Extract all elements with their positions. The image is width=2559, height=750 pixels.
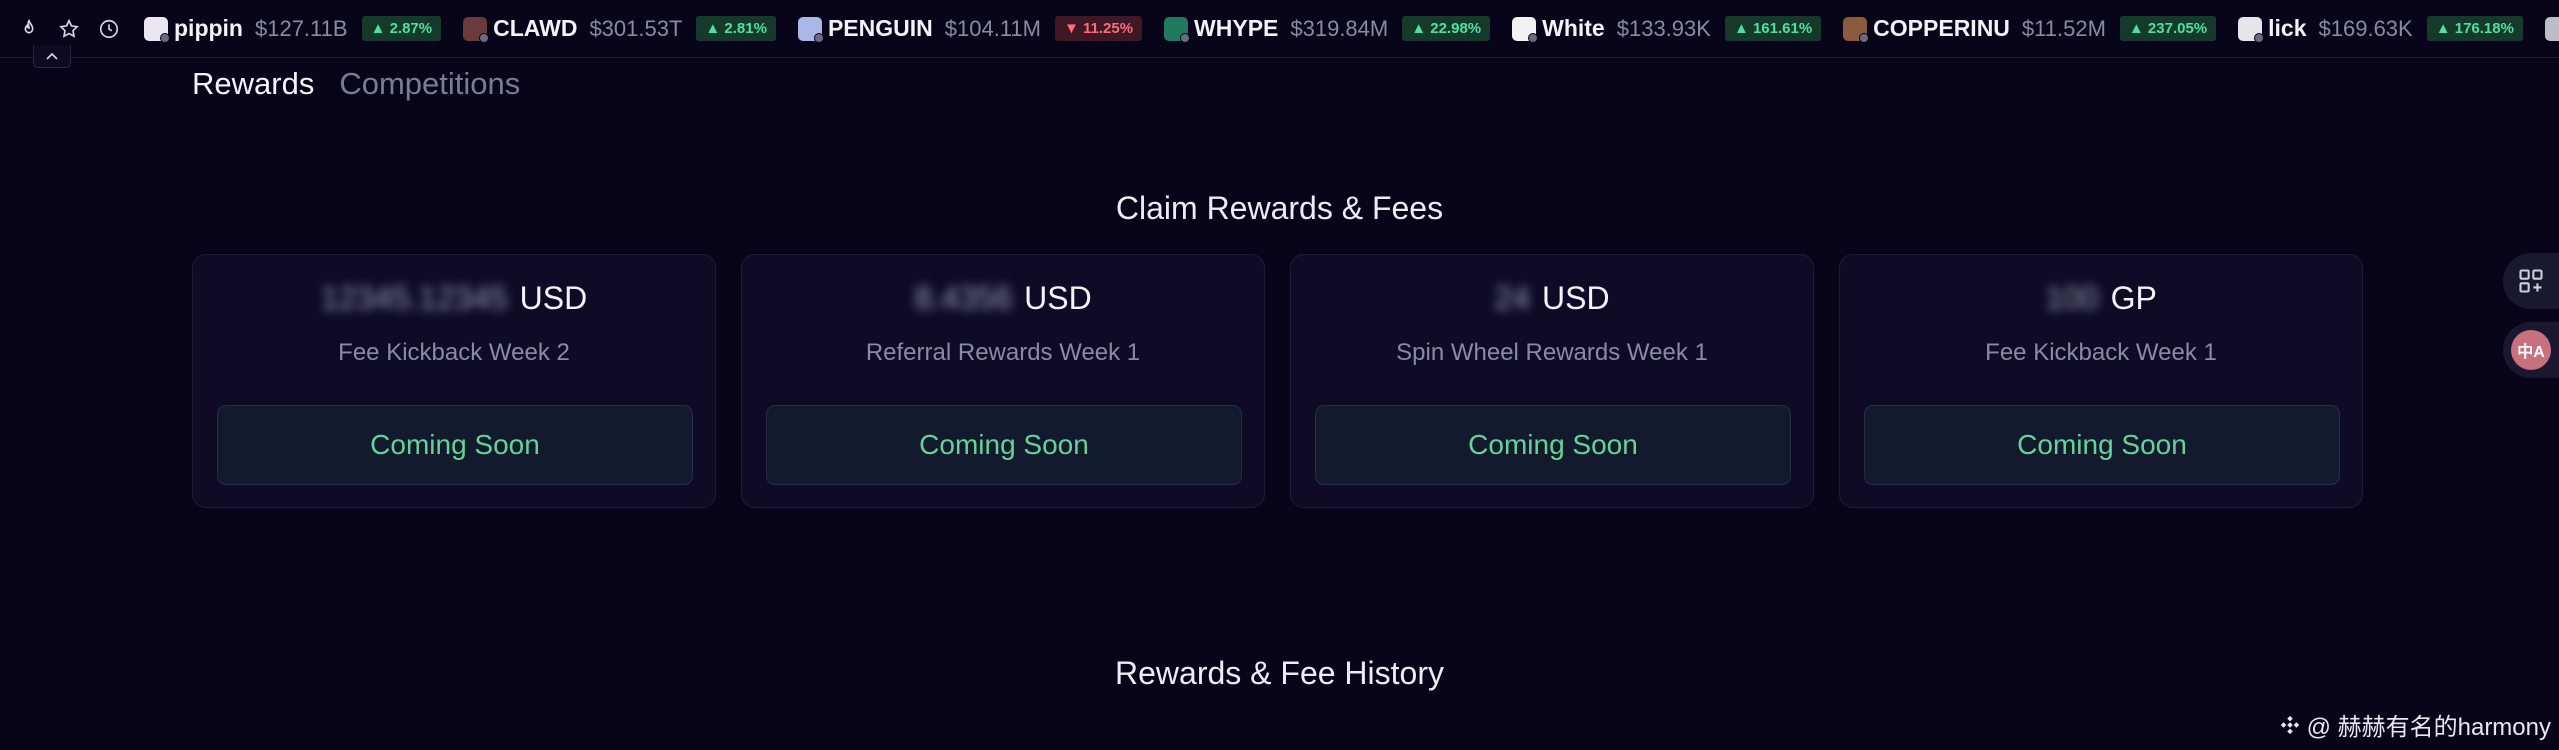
token-name: pippin [174,15,243,41]
ticker-icons [0,18,120,40]
coming-soon-button[interactable]: Coming Soon [1864,405,2340,485]
card-amount: 12345.12345 USD [193,280,715,317]
token-avatar [144,16,170,43]
token-name: COPPERINU [1873,15,2010,41]
translate-float-button[interactable]: 中A [2503,322,2559,378]
token-name: White [1542,15,1605,41]
collapse-ticker-button[interactable] [33,45,71,68]
ticker-item[interactable]: PIGEON [2544,15,2559,42]
amount-unit: USD [1542,280,1610,316]
token-change-badge: ▲ 22.98% [1402,16,1491,41]
token-price: $127.11B [254,15,348,41]
binance-logo-icon [2280,715,2299,734]
apps-float-button[interactable] [2503,253,2559,309]
ticker-item[interactable]: lick $169.63K ▲ 176.18% [2238,15,2523,43]
grid-icon [2519,269,2543,293]
watermark-text: @ 赫赫有名的harmony [2306,714,2551,741]
amount-value: 12345.12345 [320,280,508,316]
token-name: WHYPE [1194,15,1279,41]
reward-card: 12345.12345 USD Fee Kickback Week 2 Comi… [192,254,716,508]
ticker-item[interactable]: PENGUIN $104.11M ▼ 11.25% [797,15,1143,43]
card-amount: 24 USD [1291,280,1813,317]
card-label: Fee Kickback Week 2 [338,339,570,366]
token-avatar [463,16,490,43]
card-label: Fee Kickback Week 1 [1985,339,2217,366]
reward-cards: 12345.12345 USD Fee Kickback Week 2 Comi… [192,254,2363,508]
watermark: @ 赫赫有名的harmony [2279,707,2551,742]
token-change-badge: ▲ 161.61% [1724,16,1822,41]
token-change-badge: ▲ 176.18% [2426,16,2523,41]
token-price: $11.52M [2021,15,2106,41]
ticker-item[interactable]: COPPERINU $11.52M ▲ 237.05% [1843,15,2217,43]
amount-unit: GP [2110,280,2157,316]
token-price: $319.84M [1290,15,1389,41]
token-change-badge: ▲ 2.87% [361,16,442,41]
card-amount: 8.4356 USD [742,280,1264,317]
claim-section-title: Claim Rewards & Fees [1115,190,1444,226]
token-price: $133.93K [1616,15,1711,41]
token-avatar [1164,16,1191,43]
token-change-badge: ▲ 2.81% [696,16,776,41]
ticker-item[interactable]: White $133.93K ▲ 161.61% [1512,15,1822,43]
reward-card: 24 USD Spin Wheel Rewards Week 1 Coming … [1290,254,1814,508]
token-price: $104.11M [944,15,1041,41]
token-name: lick [2268,15,2307,41]
coming-soon-button[interactable]: Coming Soon [766,405,1242,485]
page-tabs: Rewards Competitions [192,66,520,102]
ticker-item[interactable]: CLAWD $301.53T ▲ 2.81% [463,15,776,43]
token-avatar [1512,16,1539,43]
tab-rewards[interactable]: Rewards [192,66,314,102]
card-label: Referral Rewards Week 1 [865,339,1141,366]
coming-soon-button[interactable]: Coming Soon [1315,405,1791,485]
reward-card: 100 GP Fee Kickback Week 1 Coming Soon [1839,254,2363,508]
token-change-badge: ▲ 237.05% [2119,16,2217,41]
translate-icon: 中A [2511,330,2551,370]
card-label: Spin Wheel Rewards Week 1 [1396,339,1708,366]
amount-value: 24 [1494,280,1531,316]
ticker-item[interactable]: WHYPE $319.84M ▲ 22.98% [1164,15,1491,43]
token-avatar [2544,16,2559,41]
chevron-up-icon [46,52,58,60]
token-avatar [1843,16,1870,43]
amount-value: 100 [2045,280,2099,316]
token-name: CLAWD [493,15,578,41]
reward-card: 8.4356 USD Referral Rewards Week 1 Comin… [741,254,1265,508]
token-avatar [797,16,824,43]
ticker-item[interactable]: pippin $127.11B ▲ 2.87% [144,15,442,43]
amount-unit: USD [519,280,588,316]
amount-value: 8.4356 [914,280,1013,316]
token-change-badge: ▼ 11.25% [1054,16,1143,41]
fire-icon[interactable] [18,18,40,40]
token-avatar [2238,16,2265,43]
card-amount: 100 GP [1840,280,2362,317]
token-price: $169.63K [2318,15,2413,41]
coming-soon-button[interactable]: Coming Soon [217,405,693,485]
tab-competitions[interactable]: Competitions [339,66,520,102]
clock-icon[interactable] [98,18,120,40]
ticker-items: pippin $127.11B ▲ 2.87% CLAWD $301.53T ▲ 2.81… [144,15,2559,43]
star-icon[interactable] [58,18,80,40]
amount-unit: USD [1024,280,1092,316]
token-name: PENGUIN [827,15,933,41]
ticker-bar: pippin $127.11B ▲ 2.87% CLAWD $301.53T ▲ 2.81… [0,0,2559,58]
token-price: $301.53T [589,15,683,41]
history-section-title: Rewards & Fee History [1115,655,1444,691]
